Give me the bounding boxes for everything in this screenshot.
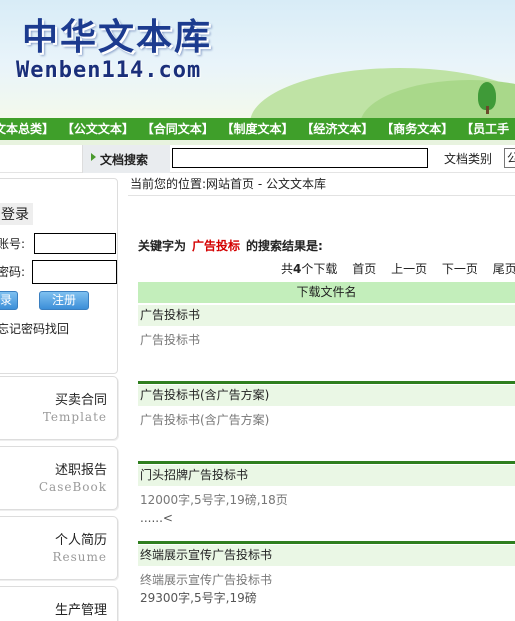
result-item: 广告投标书 广告投标书 [138, 305, 515, 349]
nav-item-policy[interactable]: 【制度文本】 [222, 118, 294, 140]
nav-item-all[interactable]: 文本总类】 [0, 118, 54, 140]
category-card-resume[interactable]: 个人简历 Resume [0, 516, 118, 580]
category-card-work-report[interactable]: 述职报告 CaseBook [0, 446, 118, 510]
nav-item-contract[interactable]: 【合同文本】 [142, 118, 214, 140]
result-description: 12000字,5号字,19磅,18页 [140, 493, 288, 507]
password-label: 密码: [0, 265, 26, 279]
category-card-sales-contract[interactable]: 买卖合同 Template [0, 376, 118, 440]
category-card-production[interactable]: 生产管理 [0, 586, 118, 621]
result-count-suffix: 个下载 [301, 262, 338, 276]
doc-type-select[interactable]: 公 [504, 148, 515, 168]
main-nav: 文本总类】 【公文文本】 【合同文本】 【制度文本】 【经济文本】 【商务文本】… [0, 118, 515, 140]
result-description: 终端展示宣传广告投标书 [140, 573, 273, 587]
category-title: 个人简历 [54, 533, 107, 548]
search-label: 文档搜索 [100, 153, 149, 167]
login-title: 登录 [0, 203, 33, 225]
category-subtitle: Template [42, 410, 107, 424]
result-description: 广告投标书(含广告方案) [140, 413, 270, 427]
search-keyword: 广告投标 [192, 239, 241, 253]
account-label: 账号: [0, 237, 26, 251]
category-title: 买卖合同 [54, 393, 107, 408]
result-title-link[interactable]: 广告投标书 [138, 305, 515, 326]
result-item: 终端展示宣传广告投标书 终端展示宣传广告投标书 29300字,5号字,19磅 [138, 545, 515, 607]
category-title: 生产管理 [54, 603, 107, 618]
results-header-suffix: 的搜索结果是: [246, 239, 323, 253]
site-logo[interactable]: 中华文本库 [22, 8, 212, 60]
nav-item-official[interactable]: 【公文文本】 [62, 118, 134, 140]
site-logo-domain: Wenben114.com [16, 58, 202, 83]
page-first-link[interactable]: 首页 [352, 262, 376, 276]
result-snippet: ......< [140, 511, 173, 525]
page-next-link[interactable]: 下一页 [442, 262, 478, 276]
category-title: 述职报告 [54, 463, 107, 478]
result-item: 广告投标书(含广告方案) 广告投标书(含广告方案) [138, 385, 515, 429]
breadcrumb: 当前您的位置:网站首页 - 公文文本库 [130, 177, 327, 191]
forgot-password-link[interactable]: 忘记密码找回 [0, 320, 69, 337]
result-title-link[interactable]: 门头招牌广告投标书 [138, 465, 515, 486]
password-input[interactable] [32, 260, 117, 284]
login-button[interactable]: 录 [0, 291, 18, 310]
page-prev-link[interactable]: 上一页 [391, 262, 427, 276]
page-last-link[interactable]: 尾页 [493, 262, 515, 276]
result-title-link[interactable]: 广告投标书(含广告方案) [138, 385, 515, 406]
account-input[interactable] [34, 233, 116, 254]
category-subtitle: Resume [52, 550, 107, 564]
result-description: 广告投标书 [140, 333, 201, 347]
result-item: 门头招牌广告投标书 12000字,5号字,19磅,18页 ......< [138, 465, 515, 527]
tree-icon [478, 82, 496, 114]
result-count: 共4个下载 [281, 262, 337, 276]
register-button[interactable]: 注册 [39, 291, 89, 310]
result-meta: 29300字,5号字,19磅 [140, 591, 257, 605]
nav-item-staff[interactable]: 【员工手 [461, 118, 509, 140]
search-label-box: 文档搜索 [82, 145, 170, 173]
result-count-prefix: 共 [281, 262, 294, 276]
result-separator [138, 461, 515, 464]
search-input[interactable] [172, 148, 428, 168]
results-header: 关键字为 广告投标 的搜索结果是: [138, 237, 323, 254]
result-separator [138, 381, 515, 384]
category-subtitle: CaseBook [38, 480, 107, 494]
pagination: 共4个下载 首页 上一页 下一页 尾页 [281, 260, 515, 277]
results-header-prefix: 关键字为 [138, 239, 187, 253]
result-separator [138, 541, 515, 544]
site-banner: 中华文本库 Wenben114.com [0, 0, 515, 118]
result-title-link[interactable]: 终端展示宣传广告投标书 [138, 545, 515, 566]
doc-type-label: 文档类别 [444, 152, 493, 166]
arrow-right-icon [91, 153, 96, 161]
table-header: 下载文件名 [138, 282, 515, 303]
divider [128, 195, 515, 196]
nav-item-economy[interactable]: 【经济文本】 [301, 118, 373, 140]
nav-item-business[interactable]: 【商务文本】 [381, 118, 453, 140]
